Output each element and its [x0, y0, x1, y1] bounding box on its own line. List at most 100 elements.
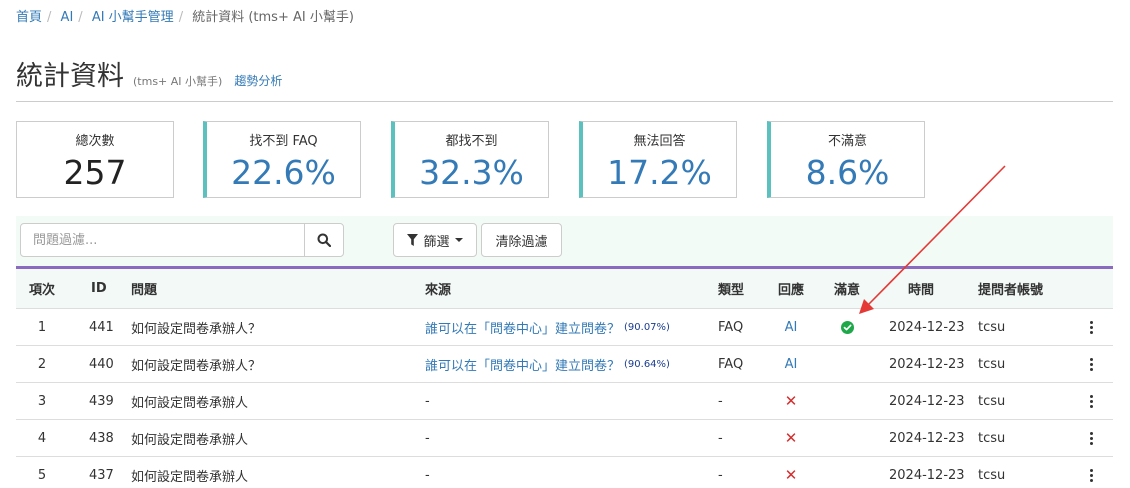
- row-time: 2024-12-23: [889, 319, 965, 335]
- table-row[interactable]: 3 439 如何設定問卷承辦人 - - ✕ 2024-12-23 tcsu: [16, 383, 1113, 420]
- row-index: 2: [37, 356, 47, 372]
- column-header-user[interactable]: 提問者帳號: [978, 269, 1043, 308]
- page-header: 統計資料 (tms+ AI 小幫手) 趨勢分析: [16, 54, 1113, 102]
- row-question: 如何設定問卷承辦人？: [131, 358, 262, 374]
- stats-table: 項次 ID 問題 來源 類型 回應 滿意 時間 提問者帳號 1 441 如何設定問卷…: [16, 266, 1113, 488]
- column-header-source[interactable]: 來源: [425, 269, 451, 308]
- column-header-time[interactable]: 時間: [908, 269, 934, 308]
- row-source: 誰可以在「問卷中心」建立問卷？ (90.07%): [425, 309, 670, 345]
- search-group: [20, 223, 344, 257]
- row-response: ✕: [776, 383, 806, 419]
- row-question: 如何設定問卷承辦人: [131, 395, 249, 411]
- check-circle-icon: [840, 320, 854, 334]
- row-menu-button[interactable]: [1081, 383, 1101, 419]
- row-source: -: [425, 457, 430, 488]
- response-ai-link[interactable]: AI: [785, 357, 798, 372]
- breadcrumb-current: 統計資料 (tms+ AI 小幫手): [192, 10, 354, 25]
- stat-value: 17.2%: [607, 153, 712, 192]
- row-type: -: [718, 430, 723, 446]
- row-menu-button[interactable]: [1081, 346, 1101, 382]
- search-icon: [317, 233, 331, 247]
- row-user: tcsu: [978, 467, 1006, 483]
- row-user: tcsu: [978, 393, 1006, 409]
- row-source: 誰可以在「問卷中心」建立問卷？ (90.64%): [425, 346, 670, 382]
- breadcrumb-separator: /: [178, 10, 184, 25]
- table-row[interactable]: 2 440 如何設定問卷承辦人？ 誰可以在「問卷中心」建立問卷？ (90.64%) FAQ…: [16, 346, 1113, 383]
- table-row[interactable]: 5 437 如何設定問卷承辦人 - - ✕ 2024-12-23 tcsu: [16, 457, 1113, 488]
- source-empty: -: [425, 393, 430, 409]
- filter-icon: [407, 234, 419, 246]
- row-type: FAQ: [718, 319, 744, 335]
- column-header-question[interactable]: 問題: [131, 269, 157, 308]
- row-response: AI: [776, 309, 806, 345]
- stat-value: 32.3%: [419, 153, 524, 192]
- search-button[interactable]: [304, 224, 343, 256]
- trend-analysis-link[interactable]: 趨勢分析: [234, 74, 282, 88]
- row-id: 439: [89, 393, 114, 409]
- x-icon: ✕: [784, 392, 798, 410]
- page-subtitle: (tms+ AI 小幫手): [133, 75, 223, 88]
- row-type: -: [718, 393, 723, 409]
- breadcrumb-separator: /: [78, 10, 83, 25]
- breadcrumb-ai[interactable]: AI: [61, 10, 74, 25]
- filter-dropdown-button[interactable]: 篩選: [393, 223, 477, 257]
- chevron-down-icon: [454, 238, 463, 242]
- row-source: -: [425, 420, 430, 456]
- source-empty: -: [425, 467, 430, 483]
- row-menu-button[interactable]: [1081, 420, 1101, 456]
- breadcrumb-ai-assistant-management[interactable]: AI 小幫手管理: [92, 10, 174, 25]
- stat-value: 8.6%: [805, 153, 890, 192]
- column-header-satisfied[interactable]: 滿意: [832, 269, 862, 308]
- page-title: 統計資料: [16, 61, 124, 92]
- row-index: 4: [37, 430, 47, 446]
- row-menu-button[interactable]: [1081, 457, 1101, 488]
- question-filter-input[interactable]: [21, 224, 305, 256]
- breadcrumb-home[interactable]: 首頁: [16, 10, 42, 25]
- stat-label: 無法回答: [633, 134, 686, 149]
- row-response: AI: [776, 346, 806, 382]
- kebab-menu-icon: [1089, 431, 1093, 445]
- row-menu-button[interactable]: [1081, 309, 1101, 345]
- source-faq-link[interactable]: 誰可以在「問卷中心」建立問卷？: [425, 318, 620, 337]
- row-question: 如何設定問卷承辦人？: [131, 321, 262, 337]
- row-time: 2024-12-23: [889, 393, 965, 409]
- row-time: 2024-12-23: [889, 467, 965, 483]
- table-body: 1 441 如何設定問卷承辦人？ 誰可以在「問卷中心」建立問卷？ (90.07%) FAQ…: [16, 309, 1113, 488]
- row-index: 3: [37, 393, 47, 409]
- table-header: 項次 ID 問題 來源 類型 回應 滿意 時間 提問者帳號: [16, 269, 1113, 309]
- column-header-type[interactable]: 類型: [718, 269, 744, 308]
- match-score: (90.07%): [624, 321, 670, 333]
- response-ai-link[interactable]: AI: [785, 320, 798, 335]
- row-id: 440: [89, 356, 114, 372]
- row-user: tcsu: [978, 430, 1006, 446]
- stat-value: 257: [63, 153, 127, 192]
- table-row[interactable]: 4 438 如何設定問卷承辦人 - - ✕ 2024-12-23 tcsu: [16, 420, 1113, 457]
- row-response: ✕: [776, 457, 806, 488]
- kebab-menu-icon: [1089, 357, 1093, 371]
- stat-card-dissatisfied: 不滿意 8.6%: [767, 121, 925, 198]
- row-id: 441: [89, 319, 114, 335]
- row-time: 2024-12-23: [889, 356, 965, 372]
- row-index: 1: [37, 319, 47, 335]
- row-index: 5: [37, 467, 47, 483]
- filter-label: 篩選: [423, 234, 450, 250]
- stat-label: 總次數: [75, 134, 115, 149]
- stat-card-total: 總次數 257: [16, 121, 174, 198]
- row-type: FAQ: [718, 356, 744, 372]
- table-row[interactable]: 1 441 如何設定問卷承辦人？ 誰可以在「問卷中心」建立問卷？ (90.07%) FAQ…: [16, 309, 1113, 346]
- row-response: ✕: [776, 420, 806, 456]
- stat-label: 都找不到: [445, 134, 498, 149]
- column-header-id[interactable]: ID: [91, 269, 107, 308]
- kebab-menu-icon: [1089, 468, 1093, 482]
- row-user: tcsu: [978, 319, 1006, 335]
- row-id: 438: [89, 430, 114, 446]
- clear-filter-button[interactable]: 清除過濾: [481, 223, 562, 257]
- row-time: 2024-12-23: [889, 430, 965, 446]
- column-header-index[interactable]: 項次: [16, 269, 68, 308]
- stat-value: 22.6%: [231, 153, 336, 192]
- source-faq-link[interactable]: 誰可以在「問卷中心」建立問卷？: [425, 355, 620, 374]
- column-header-response[interactable]: 回應: [776, 269, 806, 308]
- stat-card-none-found: 都找不到 32.3%: [391, 121, 549, 198]
- match-score: (90.64%): [624, 358, 670, 370]
- row-source: -: [425, 383, 430, 419]
